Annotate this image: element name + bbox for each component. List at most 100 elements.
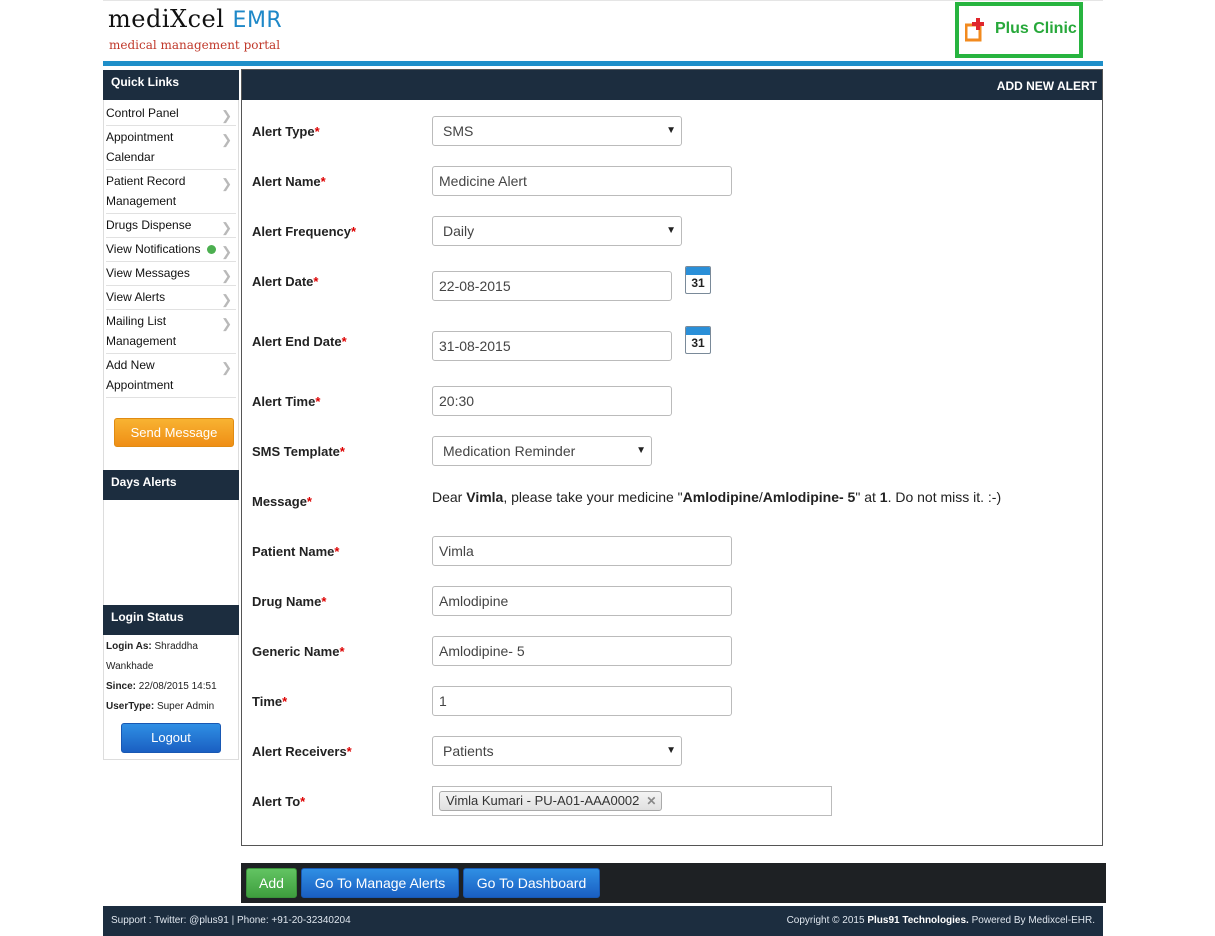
- notification-dot-icon: [206, 245, 216, 254]
- alert-frequency-label: Alert Frequency*: [252, 224, 357, 239]
- days-alerts-title: Days Alerts: [103, 470, 239, 500]
- generic-name-row: Generic Name* Amlodipine- 5: [252, 636, 1092, 666]
- sms-template-label: SMS Template*: [252, 444, 345, 459]
- alert-receivers-select[interactable]: Patients ▼: [432, 736, 682, 766]
- alert-to-multiselect[interactable]: Vimla Kumari - PU-A01-AAA0002 ✕: [432, 786, 832, 816]
- sms-template-row: SMS Template* Medication Reminder ▼: [252, 436, 1092, 466]
- sidebar-item-patient-record-management[interactable]: Patient Record Management ❯: [106, 170, 236, 214]
- dropdown-arrow-icon: ▼: [666, 745, 676, 756]
- sidebar: Quick Links Control Panel ❯ Appointment C…: [103, 70, 239, 760]
- sms-template-select[interactable]: Medication Reminder ▼: [432, 436, 652, 466]
- generic-name-input[interactable]: Amlodipine- 5: [432, 636, 732, 666]
- quick-links-title: Quick Links: [103, 70, 239, 100]
- alert-name-input[interactable]: Medicine Alert: [432, 166, 732, 196]
- chevron-right-icon: ❯: [221, 176, 232, 191]
- sidebar-item-control-panel[interactable]: Control Panel ❯: [106, 102, 236, 126]
- drug-name-input[interactable]: Amlodipine: [432, 586, 732, 616]
- sidebar-item-label: View Messages: [106, 266, 190, 280]
- patient-name-row: Patient Name* Vimla: [252, 536, 1092, 566]
- dropdown-arrow-icon: ▼: [636, 445, 646, 456]
- app-logo[interactable]: mediXcel EMR: [108, 5, 282, 33]
- message-preview: Dear Vimla, please take your medicine "A…: [432, 489, 1002, 505]
- page-header: mediXcel EMR medical management portal P…: [103, 0, 1103, 62]
- login-status-title: Login Status: [103, 605, 239, 635]
- chevron-right-icon: ❯: [221, 360, 232, 375]
- alert-name-label: Alert Name*: [252, 174, 326, 189]
- chevron-right-icon: ❯: [221, 108, 232, 123]
- alert-frequency-row: Alert Frequency* Daily ▼: [252, 216, 1092, 246]
- dashboard-button[interactable]: Go To Dashboard: [463, 868, 600, 898]
- sidebar-item-label: Drugs Dispense: [106, 218, 192, 232]
- calendar-icon[interactable]: 31: [685, 266, 711, 294]
- alert-date-label: Alert Date*: [252, 274, 319, 289]
- sidebar-item-mailing-list-management[interactable]: Mailing List Management ❯: [106, 310, 236, 354]
- sidebar-item-add-new-appointment[interactable]: Add New Appointment ❯: [106, 354, 236, 398]
- recipient-tag: Vimla Kumari - PU-A01-AAA0002 ✕: [439, 791, 663, 811]
- form-actions: Add Go To Manage Alerts Go To Dashboard: [241, 863, 1106, 903]
- send-message-button[interactable]: Send Message: [114, 418, 234, 447]
- copyright: Copyright © 2015 Plus91 Technologies. Po…: [786, 915, 1095, 926]
- days-alerts-panel: [103, 500, 239, 605]
- clinic-name: Plus Clinic: [995, 20, 1077, 37]
- dropdown-arrow-icon: ▼: [666, 125, 676, 136]
- sidebar-item-label: View Alerts: [106, 290, 166, 304]
- sidebar-item-view-notifications[interactable]: View Notifications ❯: [106, 238, 236, 262]
- alert-type-select[interactable]: SMS ▼: [432, 116, 682, 146]
- time-label: Time*: [252, 694, 288, 709]
- chevron-right-icon: ❯: [221, 268, 232, 283]
- alert-time-input[interactable]: 20:30: [432, 386, 672, 416]
- add-alert-panel: ADD NEW ALERT Alert Type* SMS ▼ Alert Nam…: [241, 69, 1103, 846]
- alert-date-input[interactable]: 22-08-2015: [432, 271, 672, 301]
- alert-receivers-row: Alert Receivers* Patients ▼: [252, 736, 1092, 766]
- sidebar-item-label: Mailing List Management: [106, 314, 177, 348]
- remove-tag-icon[interactable]: ✕: [646, 792, 656, 810]
- login-status-panel: Login As: Shraddha Wankhade Since: 22/08…: [103, 635, 239, 760]
- logout-button[interactable]: Logout: [121, 723, 221, 753]
- alert-to-label: Alert To*: [252, 794, 306, 809]
- calendar-icon[interactable]: 31: [685, 326, 711, 354]
- alert-date-row: Alert Date* 22-08-2015 31: [252, 266, 1092, 301]
- time-row: Time* 1: [252, 686, 1092, 716]
- since-row: Since: 22/08/2015 14:51: [106, 677, 236, 697]
- since-label: Since:: [106, 681, 137, 692]
- login-as-row: Login As: Shraddha Wankhade: [106, 637, 236, 677]
- sidebar-item-view-alerts[interactable]: View Alerts ❯: [106, 286, 236, 310]
- sidebar-item-view-messages[interactable]: View Messages ❯: [106, 262, 236, 286]
- alert-receivers-label: Alert Receivers*: [252, 744, 352, 759]
- alert-time-row: Alert Time* 20:30: [252, 386, 1092, 416]
- alert-type-row: Alert Type* SMS ▼: [252, 116, 1092, 146]
- page-footer: Support : Twitter: @plus91 | Phone: +91-…: [103, 906, 1103, 936]
- time-input[interactable]: 1: [432, 686, 732, 716]
- clinic-cross-icon: [965, 18, 984, 42]
- chevron-right-icon: ❯: [221, 244, 232, 259]
- since-value: 22/08/2015 14:51: [138, 681, 217, 692]
- sidebar-item-label: Appointment Calendar: [106, 130, 174, 164]
- logo-subtitle: medical management portal: [109, 38, 281, 52]
- logo-emr-text: EMR: [232, 8, 283, 33]
- alert-name-row: Alert Name* Medicine Alert: [252, 166, 1092, 196]
- drug-name-label: Drug Name*: [252, 594, 327, 609]
- add-button[interactable]: Add: [246, 868, 297, 898]
- chevron-right-icon: ❯: [221, 292, 232, 307]
- alert-to-row: Alert To* Vimla Kumari - PU-A01-AAA0002 ✕: [252, 786, 1092, 816]
- send-message-area: Send Message: [103, 398, 239, 470]
- panel-title: ADD NEW ALERT: [242, 70, 1102, 100]
- alert-end-date-input[interactable]: 31-08-2015: [432, 331, 672, 361]
- manage-alerts-button[interactable]: Go To Manage Alerts: [301, 868, 459, 898]
- patient-name-label: Patient Name*: [252, 544, 340, 559]
- sidebar-item-label: Control Panel: [106, 106, 179, 120]
- usertype-label: UserType:: [106, 701, 155, 712]
- alert-time-label: Alert Time*: [252, 394, 321, 409]
- dropdown-arrow-icon: ▼: [666, 225, 676, 236]
- patient-name-input[interactable]: Vimla: [432, 536, 732, 566]
- quick-links-list: Control Panel ❯ Appointment Calendar ❯ Pat…: [103, 100, 239, 398]
- usertype-value: Super Admin: [156, 701, 215, 712]
- login-as-label: Login As:: [106, 641, 152, 652]
- message-row: Message* Dear Vimla, please take your me…: [252, 486, 1092, 516]
- message-label: Message*: [252, 494, 312, 509]
- support-info: Support : Twitter: @plus91 | Phone: +91-…: [111, 915, 351, 926]
- sidebar-item-appointment-calendar[interactable]: Appointment Calendar ❯: [106, 126, 236, 170]
- sidebar-item-drugs-dispense[interactable]: Drugs Dispense ❯: [106, 214, 236, 238]
- alert-frequency-select[interactable]: Daily ▼: [432, 216, 682, 246]
- alert-type-label: Alert Type*: [252, 124, 320, 139]
